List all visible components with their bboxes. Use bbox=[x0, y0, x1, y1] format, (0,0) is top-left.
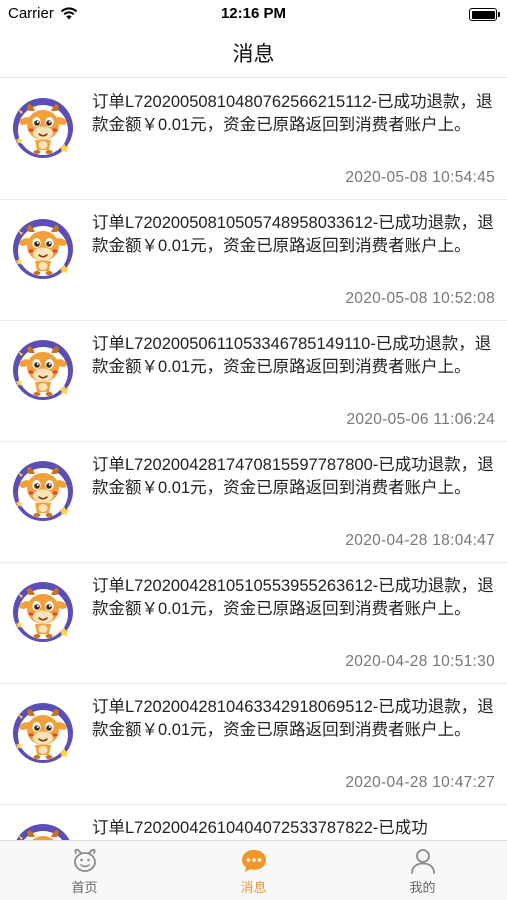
status-time: 12:16 PM bbox=[220, 5, 287, 22]
message-time: 2020-04-28 18:04:47 bbox=[345, 532, 495, 549]
tab-label: 首页 bbox=[71, 880, 98, 895]
message-time: 2020-04-28 10:51:30 bbox=[345, 653, 495, 670]
message-text: 订单L72020042810463342918069512-已成功退款，退款金额… bbox=[92, 698, 494, 739]
cow-mascot-icon bbox=[13, 461, 73, 521]
cow-mascot-icon bbox=[13, 582, 73, 642]
avatar bbox=[12, 823, 74, 840]
message-item[interactable]: 订单L72020050810480762566215112-已成功退款，退款金额… bbox=[0, 79, 507, 200]
tab-messages[interactable]: 消息 bbox=[169, 841, 338, 900]
message-text: 订单L72020042817470815597787800-已成功退款，退款金额… bbox=[92, 456, 494, 497]
tab-label: 我的 bbox=[409, 880, 436, 895]
home-icon bbox=[73, 848, 96, 872]
chat-icon bbox=[241, 850, 266, 872]
message-item[interactable]: 订单L72020042810463342918069512-已成功退款，退款金额… bbox=[0, 684, 507, 805]
message-text: 订单L72020042810510553955263612-已成功退款，退款金额… bbox=[92, 577, 494, 618]
message-text: 订单L72020050810480762566215112-已成功退款，退款金额… bbox=[92, 93, 493, 134]
avatar bbox=[12, 702, 74, 764]
message-list[interactable]: 订单L72020050810480762566215112-已成功退款，退款金额… bbox=[0, 79, 507, 840]
message-time: 2020-04-28 10:47:27 bbox=[345, 774, 495, 791]
cow-mascot-icon bbox=[16, 824, 70, 840]
avatar bbox=[12, 97, 74, 159]
tab-profile[interactable]: 我的 bbox=[338, 841, 507, 900]
avatar bbox=[12, 581, 74, 643]
cow-mascot-icon bbox=[13, 703, 73, 763]
message-item[interactable]: 订单L72020050611053346785149110-已成功退款，退款金额… bbox=[0, 321, 507, 442]
message-time: 2020-05-08 10:52:08 bbox=[345, 290, 495, 307]
tab-label: 消息 bbox=[240, 880, 267, 895]
message-text: 订单L72020042610404072533787822-已成功 bbox=[92, 819, 428, 837]
user-icon bbox=[410, 849, 435, 874]
message-item[interactable]: 订单L72020042610404072533787822-已成功 bbox=[0, 805, 507, 840]
message-item[interactable]: 订单L72020050810505748958033612-已成功退款，退款金额… bbox=[0, 200, 507, 321]
message-item[interactable]: 订单L72020042817470815597787800-已成功退款，退款金额… bbox=[0, 442, 507, 563]
message-item[interactable]: 订单L72020042810510553955263612-已成功退款，退款金额… bbox=[0, 563, 507, 684]
tab-bar: 首页 消息 我的 bbox=[0, 840, 507, 900]
message-time: 2020-05-08 10:54:45 bbox=[345, 169, 495, 186]
message-text: 订单L72020050611053346785149110-已成功退款，退款金额… bbox=[92, 335, 492, 376]
cow-mascot-icon bbox=[13, 98, 73, 158]
nav-bar: 消息 bbox=[0, 28, 507, 78]
avatar bbox=[12, 460, 74, 522]
cow-mascot-icon bbox=[13, 340, 73, 400]
status-bar: Carrier 12:16 PM bbox=[0, 0, 507, 28]
avatar bbox=[12, 339, 74, 401]
page-title: 消息 bbox=[232, 42, 275, 66]
avatar bbox=[12, 218, 74, 280]
cow-mascot-icon bbox=[13, 219, 73, 279]
tab-home[interactable]: 首页 bbox=[0, 841, 169, 900]
battery-icon bbox=[469, 8, 500, 21]
message-time: 2020-05-06 11:06:24 bbox=[346, 411, 495, 428]
message-text: 订单L72020050810505748958033612-已成功退款，退款金额… bbox=[92, 214, 494, 255]
